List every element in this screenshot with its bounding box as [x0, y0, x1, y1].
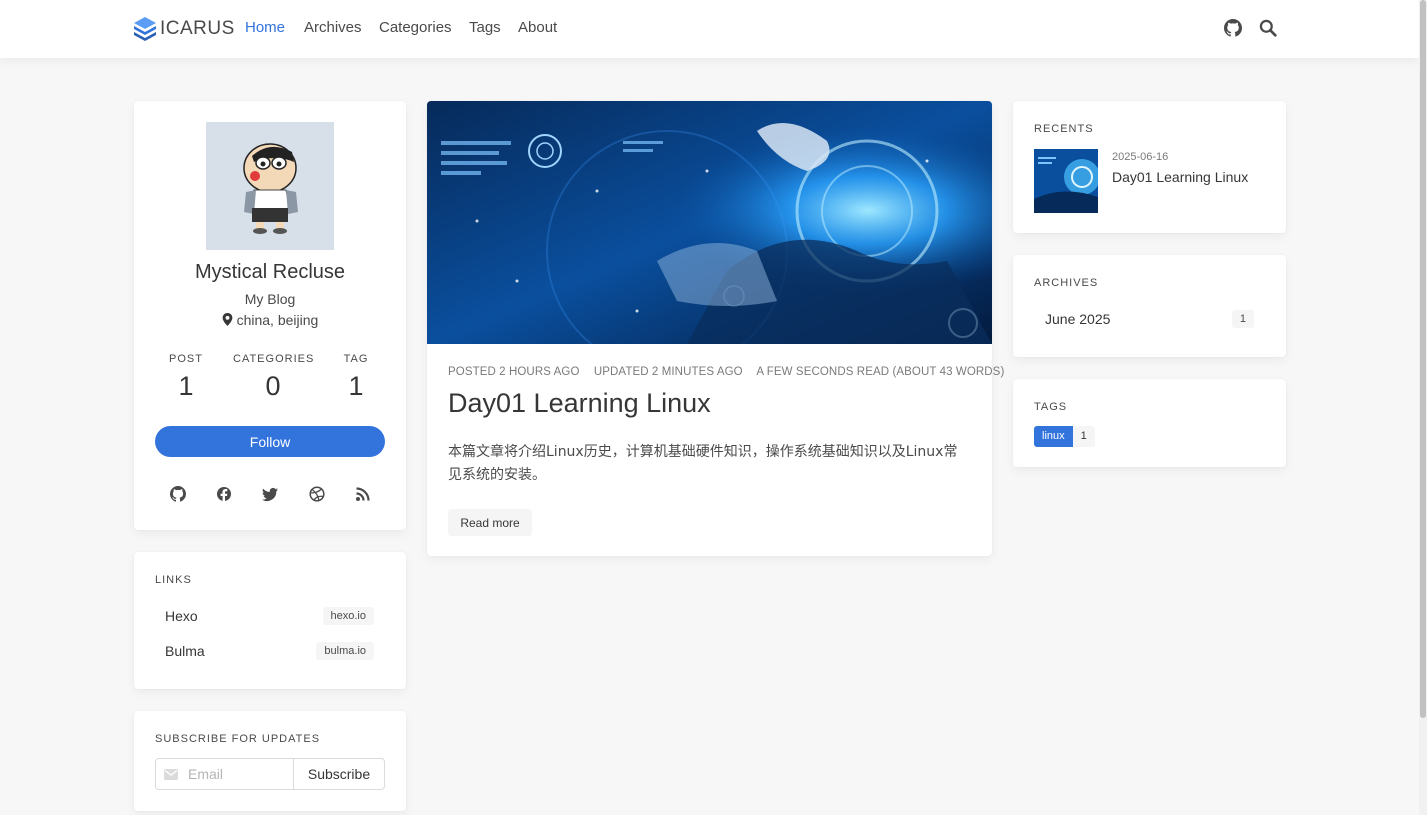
tags-card: TAGS linux 1 [1013, 379, 1286, 467]
dribbble-icon[interactable] [309, 486, 325, 502]
nav-archives[interactable]: Archives [304, 19, 362, 36]
search-icon[interactable] [1259, 19, 1277, 37]
link-host: hexo.io [322, 607, 374, 625]
tags-title: TAGS [1034, 401, 1068, 413]
nav-about[interactable]: About [518, 19, 557, 36]
nav-home[interactable]: Home [245, 19, 285, 36]
stat-value: 1 [348, 371, 364, 401]
nav-tags[interactable]: Tags [469, 19, 501, 36]
github-icon[interactable] [170, 486, 186, 502]
archive-count: 1 [1231, 310, 1254, 328]
avatar [206, 122, 334, 250]
link-bulma[interactable]: Bulma bulma.io [165, 640, 374, 662]
read-time: A FEW SECONDS READ (ABOUT 43 WORDS) [756, 366, 1005, 378]
archives-card: ARCHIVES June 2025 1 [1013, 255, 1286, 357]
stat-value: 0 [265, 371, 281, 401]
stat-label: POST [169, 353, 203, 365]
subscribe-card: SUBSCRIBE FOR UPDATES Email Subscribe [134, 711, 406, 811]
recent-post-thumbnail[interactable] [1034, 149, 1098, 213]
top-navbar: ICARUS Home Archives Categories Tags Abo… [0, 0, 1419, 58]
read-more-button[interactable]: Read more [448, 509, 532, 536]
links-card: LINKS Hexo hexo.io Bulma bulma.io [134, 552, 406, 689]
profile-card: Mystical Recluse My Blog china, beijing … [134, 101, 406, 530]
archives-title: ARCHIVES [1034, 277, 1099, 289]
article-excerpt: 本篇文章将介绍Linux历史，计算机基础硬件知识，操作系统基础知识以及Linux… [448, 444, 958, 483]
rss-icon[interactable] [355, 486, 371, 502]
email-placeholder: Email [188, 766, 224, 782]
link-host: bulma.io [316, 642, 374, 660]
subscribe-title: SUBSCRIBE FOR UPDATES [155, 733, 321, 745]
link-hexo[interactable]: Hexo hexo.io [165, 605, 374, 627]
article-card: POSTED 2 HOURS AGO UPDATED 2 MINUTES AGO… [427, 101, 1004, 556]
brand-name: ICARUS [160, 18, 235, 39]
recent-post-date: 2025-06-16 [1112, 151, 1169, 163]
nav-categories[interactable]: Categories [379, 19, 452, 36]
github-icon[interactable] [1224, 19, 1242, 37]
follow-button[interactable]: Follow [155, 426, 385, 457]
updated-time: UPDATED 2 MINUTES AGO [593, 366, 743, 378]
profile-name: Mystical Recluse [194, 261, 346, 283]
stat-categories[interactable]: CATEGORIES 0 [233, 353, 313, 402]
page-scrollbar[interactable] [1419, 0, 1427, 815]
email-input[interactable]: Email [155, 758, 294, 790]
posted-time: POSTED 2 HOURS AGO [448, 366, 580, 378]
profile-subtitle: My Blog [244, 291, 296, 307]
location-text: china, beijing [236, 312, 319, 328]
recents-title: RECENTS [1034, 123, 1094, 135]
stat-label: TAG [343, 353, 369, 365]
tag-linux[interactable]: linux 1 [1034, 426, 1095, 447]
scrollbar-thumb[interactable] [1420, 0, 1426, 718]
tag-name: linux [1034, 426, 1073, 447]
recent-post-title[interactable]: Day01 Learning Linux [1112, 169, 1248, 185]
article-cover-image[interactable] [427, 101, 992, 344]
thumbnail-illustration [1034, 149, 1098, 213]
site-logo[interactable]: ICARUS [134, 17, 235, 41]
facebook-icon[interactable] [216, 486, 232, 502]
stat-label: CATEGORIES [233, 353, 315, 365]
avatar-illustration [206, 122, 334, 250]
tag-count: 1 [1072, 426, 1095, 447]
archive-item[interactable]: June 2025 1 [1045, 308, 1254, 330]
links-title: LINKS [155, 574, 192, 586]
archive-label: June 2025 [1045, 311, 1111, 327]
envelope-icon [164, 768, 178, 780]
stat-value: 1 [178, 371, 194, 401]
article-title[interactable]: Day01 Learning Linux [448, 388, 711, 419]
stat-tags[interactable]: TAG 1 [336, 353, 376, 402]
article-meta: POSTED 2 HOURS AGO UPDATED 2 MINUTES AGO… [448, 366, 1015, 378]
link-name: Hexo [165, 608, 198, 624]
map-marker-icon [222, 313, 233, 326]
cover-illustration [427, 101, 992, 344]
recents-card: RECENTS 2025-06-16 Day01 Learning Linux [1013, 101, 1286, 233]
link-name: Bulma [165, 643, 205, 659]
logo-icon [134, 17, 156, 41]
profile-location: china, beijing [134, 312, 406, 328]
subscribe-button[interactable]: Subscribe [293, 758, 385, 790]
twitter-icon[interactable] [262, 486, 278, 502]
stat-posts[interactable]: POST 1 [156, 353, 216, 402]
